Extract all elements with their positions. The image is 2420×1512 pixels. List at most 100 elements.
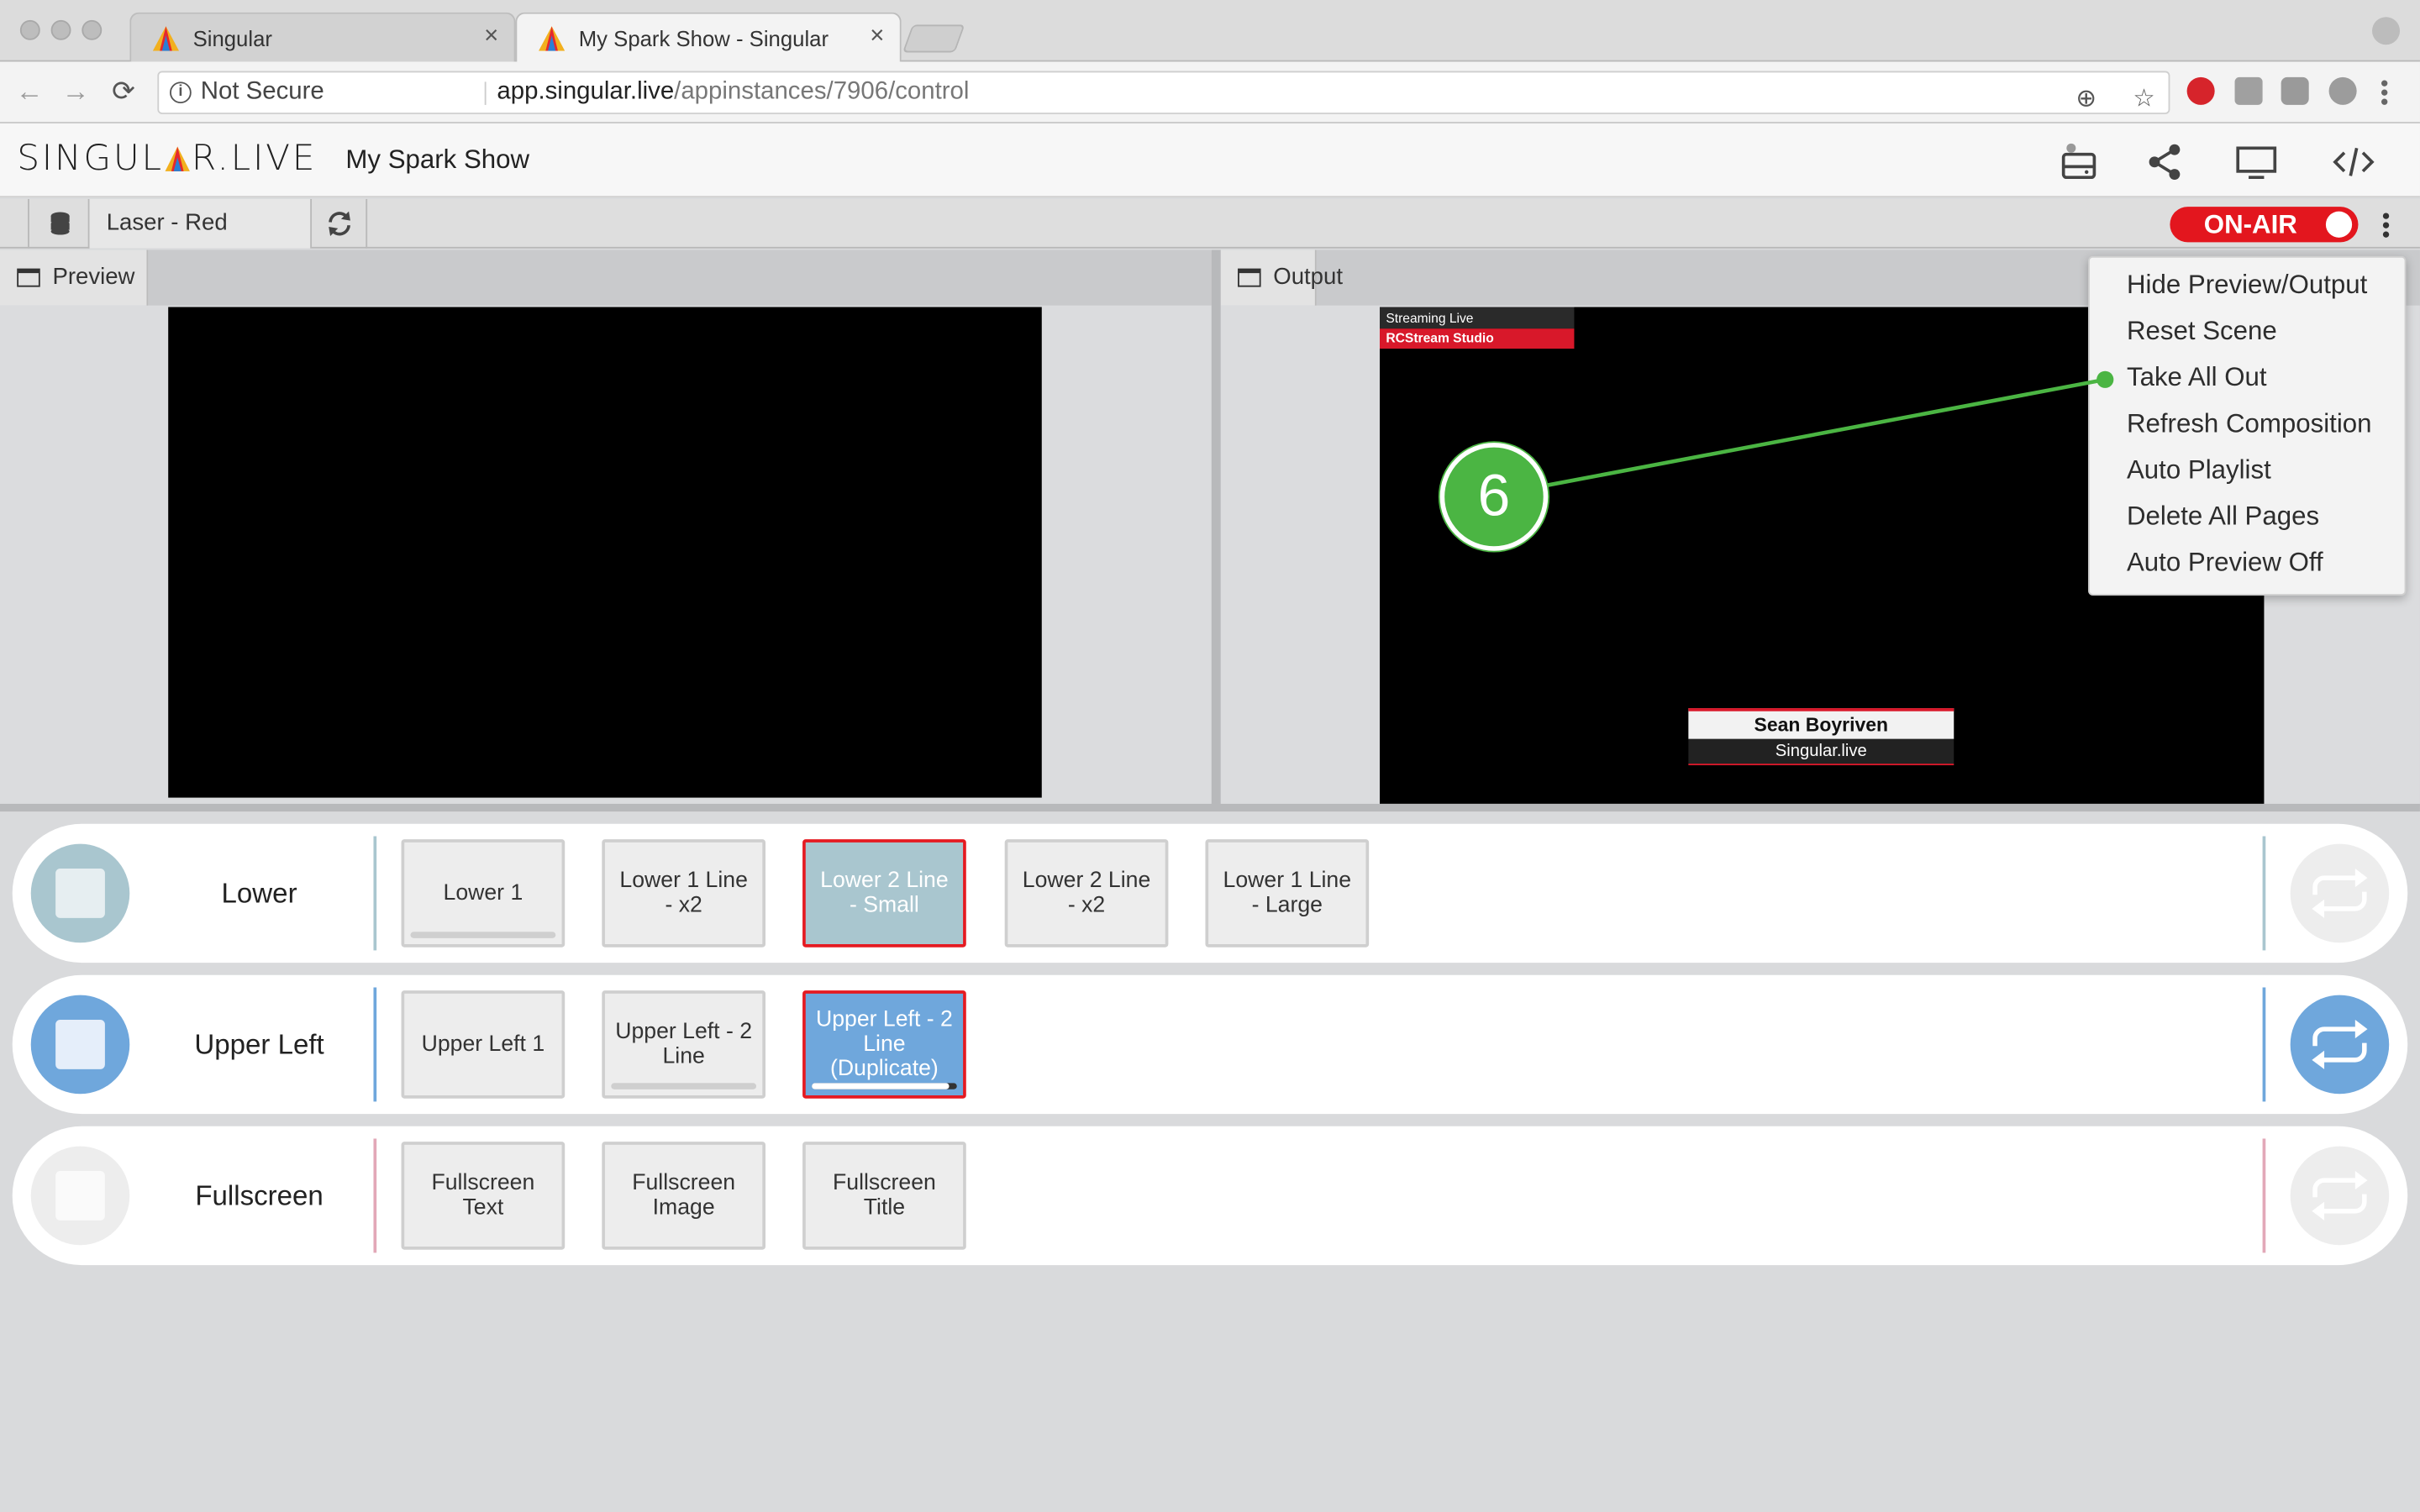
refresh-composition-button[interactable] bbox=[312, 198, 368, 249]
layer-toggle-fullscreen[interactable] bbox=[30, 1146, 130, 1246]
browser-toolbar: ← → ⟳ i Not Secure app.singular.live/app… bbox=[0, 61, 2420, 123]
window-icon bbox=[17, 268, 40, 287]
cycle-button-fullscreen[interactable] bbox=[2290, 1146, 2390, 1246]
layer-separator bbox=[373, 987, 377, 1102]
button-label: Upper Left - 2 Line bbox=[615, 1020, 753, 1069]
more-options-icon[interactable] bbox=[2374, 212, 2398, 239]
button-label: Upper Left - 2 Line (Duplicate) bbox=[815, 1007, 953, 1082]
layer-toggle-lower[interactable] bbox=[30, 843, 130, 943]
back-arrow-icon[interactable]: ← bbox=[13, 74, 46, 108]
new-tab-button[interactable] bbox=[902, 24, 965, 53]
singular-logo[interactable]: SINGUL R.LIVE bbox=[17, 139, 317, 179]
pinterest-extension-icon[interactable] bbox=[2186, 76, 2215, 105]
reload-icon[interactable]: ⟳ bbox=[107, 74, 140, 108]
browser-menu-icon[interactable] bbox=[2377, 79, 2392, 107]
layer-separator bbox=[2262, 836, 2266, 951]
progress-bar bbox=[410, 932, 556, 938]
menu-item-auto-playlist[interactable]: Auto Playlist bbox=[2127, 455, 2271, 486]
menu-item-delete-all-pages[interactable]: Delete All Pages bbox=[2127, 501, 2319, 533]
extension-icon[interactable] bbox=[2281, 76, 2309, 105]
cycle-button-upper-left[interactable] bbox=[2290, 995, 2390, 1095]
output-label: Output bbox=[1273, 264, 1343, 291]
preview-label: Preview bbox=[52, 264, 135, 291]
lower-third-name: Sean Boyriven bbox=[1688, 708, 1954, 739]
control-button-lower-2-line-x2[interactable]: Lower 2 Line - x2 bbox=[1004, 839, 1169, 948]
close-window-button[interactable] bbox=[19, 19, 40, 40]
graphic-line-2: RCStream Studio bbox=[1380, 328, 1575, 349]
loop-icon bbox=[2312, 1171, 2368, 1221]
forward-arrow-icon[interactable]: → bbox=[59, 74, 92, 108]
square-icon bbox=[55, 1020, 105, 1069]
cycle-button-lower[interactable] bbox=[2290, 843, 2390, 943]
preview-tab[interactable]: Preview bbox=[0, 249, 149, 306]
control-button-lower-2-line-small[interactable]: Lower 2 Line - Small bbox=[802, 839, 966, 948]
layer-row-upper-left: Upper Left Upper Left 1 Upper Left - 2 L… bbox=[12, 974, 2408, 1115]
maximize-window-button[interactable] bbox=[82, 19, 103, 40]
layer-row-lower: Lower Lower 1 Lower 1 Line - x2 Lower 2 … bbox=[12, 823, 2408, 963]
logo-a-mark-icon bbox=[165, 146, 191, 171]
progress-fill bbox=[611, 1083, 756, 1089]
layer-name-lower: Lower bbox=[221, 878, 297, 909]
menu-item-refresh-composition[interactable]: Refresh Composition bbox=[2127, 409, 2372, 440]
logo-text-left: SINGUL bbox=[17, 139, 164, 180]
layer-row-fullscreen: Fullscreen Fullscreen Text Fullscreen Im… bbox=[12, 1126, 2408, 1266]
browser-tab-my-spark-show[interactable]: My Spark Show - Singular × bbox=[515, 12, 902, 62]
button-label: Fullscreen Title bbox=[832, 1171, 936, 1221]
pane-divider[interactable] bbox=[1211, 249, 1221, 806]
lower-third-org: Singular.live bbox=[1688, 738, 1954, 766]
lower-third-graphic: Sean Boyriven Singular.live bbox=[1688, 708, 1954, 766]
layer-name-upper-left: Upper Left bbox=[194, 1029, 324, 1060]
menu-item-hide-preview-output[interactable]: Hide Preview/Output bbox=[2127, 270, 2367, 301]
control-button-fullscreen-text[interactable]: Fullscreen Text bbox=[401, 1142, 566, 1250]
url-host: app.singular.live bbox=[497, 78, 675, 105]
code-icon[interactable] bbox=[2332, 142, 2375, 182]
composition-selector[interactable]: Laser - Red bbox=[89, 198, 313, 249]
menu-item-auto-preview-off[interactable]: Auto Preview Off bbox=[2127, 548, 2323, 579]
zoom-icon[interactable]: ⊕ bbox=[2075, 81, 2096, 121]
app-header: SINGUL R.LIVE My Spark Show bbox=[0, 123, 2420, 198]
browser-tab-singular[interactable]: Singular × bbox=[129, 12, 516, 62]
close-tab-icon[interactable]: × bbox=[484, 24, 498, 51]
minimize-window-button[interactable] bbox=[50, 19, 71, 40]
control-button-upper-left-1[interactable]: Upper Left 1 bbox=[401, 990, 566, 1099]
layer-separator bbox=[373, 1138, 377, 1253]
loop-icon bbox=[2312, 1020, 2368, 1069]
layer-separator bbox=[373, 836, 377, 951]
control-button-fullscreen-title[interactable]: Fullscreen Title bbox=[802, 1142, 966, 1250]
control-button-upper-left-2-line-duplicate[interactable]: Upper Left - 2 Line (Duplicate) bbox=[802, 990, 966, 1099]
logo-text-right: R.LIVE bbox=[191, 139, 318, 180]
control-button-lower-1-line-large[interactable]: Lower 1 Line - Large bbox=[1205, 839, 1370, 948]
show-title: My Spark Show bbox=[345, 144, 530, 175]
output-tab[interactable]: Output bbox=[1220, 249, 1343, 306]
singular-favicon-icon bbox=[539, 26, 566, 51]
storage-icon[interactable] bbox=[2057, 142, 2100, 182]
address-bar[interactable]: i Not Secure app.singular.live/appinstan… bbox=[157, 71, 2170, 114]
menu-item-take-all-out[interactable]: Take All Out bbox=[2127, 363, 2267, 394]
control-button-upper-left-2-line[interactable]: Upper Left - 2 Line bbox=[602, 990, 766, 1099]
database-button[interactable] bbox=[28, 198, 90, 249]
profile-icon[interactable] bbox=[2372, 17, 2401, 45]
control-button-lower-1[interactable]: Lower 1 bbox=[401, 839, 566, 948]
progress-fill bbox=[410, 932, 556, 938]
control-button-fullscreen-image[interactable]: Fullscreen Image bbox=[602, 1142, 766, 1250]
upper-left-graphic: Streaming Live RCStream Studio bbox=[1380, 307, 1575, 349]
menu-item-reset-scene[interactable]: Reset Scene bbox=[2127, 317, 2277, 348]
bookmark-star-icon[interactable]: ☆ bbox=[2133, 81, 2154, 121]
browser-tab-strip: Singular × My Spark Show - Singular × bbox=[0, 0, 2420, 62]
on-air-toggle[interactable]: ON-AIR bbox=[2170, 207, 2359, 243]
info-icon[interactable]: i bbox=[170, 81, 192, 104]
button-label: Lower 2 Line - x2 bbox=[1022, 869, 1151, 918]
layer-toggle-upper-left[interactable] bbox=[30, 995, 130, 1095]
monitor-icon[interactable] bbox=[2235, 142, 2278, 182]
extension-icon[interactable] bbox=[2328, 76, 2357, 105]
control-button-lower-1-line-x2[interactable]: Lower 1 Line - x2 bbox=[602, 839, 766, 948]
tab-title: Singular bbox=[192, 26, 272, 51]
security-label: Not Secure bbox=[200, 78, 324, 105]
extension-icon[interactable] bbox=[2234, 76, 2263, 105]
horizontal-divider[interactable] bbox=[0, 803, 2420, 812]
close-tab-icon[interactable]: × bbox=[870, 24, 884, 51]
on-air-label: ON-AIR bbox=[2203, 209, 2297, 239]
refresh-icon bbox=[329, 211, 350, 237]
preview-pane: Preview bbox=[0, 249, 1212, 806]
share-icon[interactable] bbox=[2144, 142, 2186, 182]
